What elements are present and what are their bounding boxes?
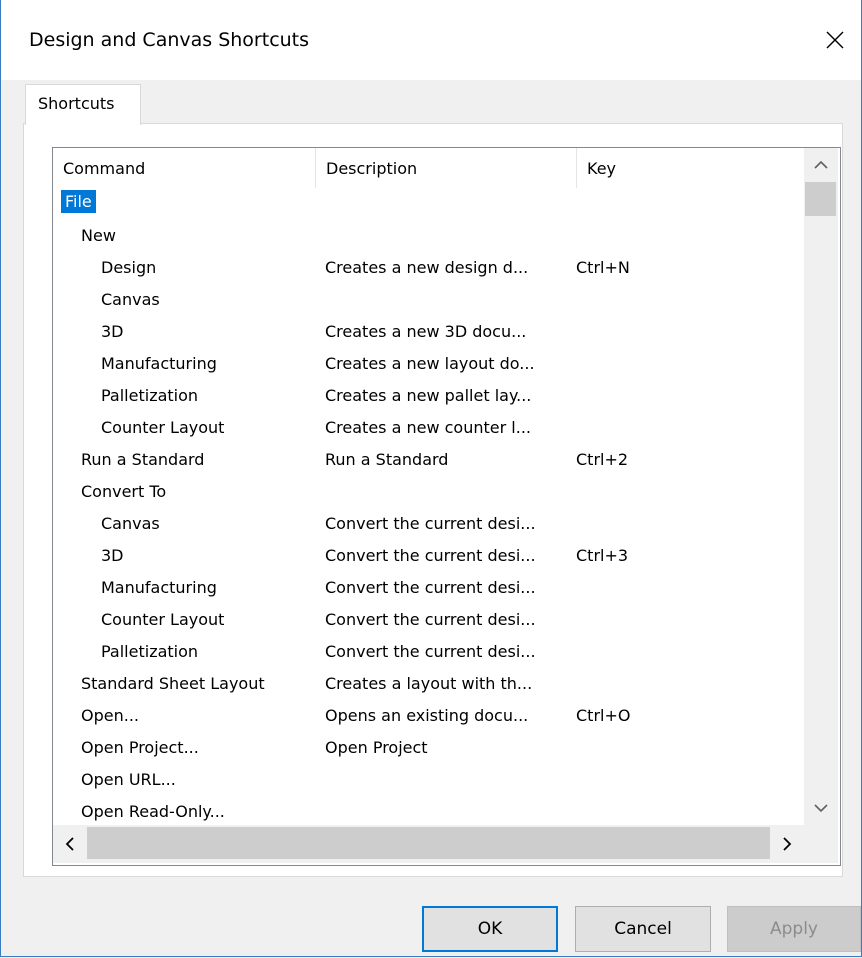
scroll-left-button[interactable] <box>53 825 87 863</box>
description-cell: Open Project <box>325 738 428 757</box>
description-cell: Convert the current desi... <box>325 514 536 533</box>
description-cell: Creates a layout with th... <box>325 674 533 693</box>
chevron-down-icon <box>814 804 828 813</box>
command-cell: Manufacturing <box>101 578 217 597</box>
description-cell: Convert the current desi... <box>325 578 536 597</box>
command-cell: Manufacturing <box>101 354 217 373</box>
description-cell: Creates a new design d... <box>325 258 529 277</box>
tab-shortcuts[interactable]: Shortcuts <box>25 84 141 125</box>
table-row[interactable]: Open Read-Only... <box>53 796 804 824</box>
command-cell: Palletization <box>101 386 199 405</box>
ok-button[interactable]: OK <box>422 906 558 952</box>
command-cell: Run a Standard <box>81 450 205 469</box>
table-row[interactable]: 3D Convert the current desi... Ctrl+3 <box>53 540 804 572</box>
table-row[interactable]: Open... Opens an existing docu... Ctrl+O <box>53 700 804 732</box>
scroll-down-button[interactable] <box>804 791 838 825</box>
command-cell: Standard Sheet Layout <box>81 674 265 693</box>
command-cell: File <box>61 190 96 213</box>
scroll-up-button[interactable] <box>804 148 838 182</box>
list-header: Command Description Key <box>53 148 804 188</box>
column-header-description[interactable]: Description <box>316 148 577 188</box>
table-row[interactable]: Palletization Creates a new pallet lay... <box>53 380 804 412</box>
command-cell: 3D <box>101 322 124 341</box>
key-cell: Ctrl+3 <box>576 546 629 565</box>
column-header-command[interactable]: Command <box>53 148 316 188</box>
close-icon <box>826 31 844 49</box>
table-row[interactable]: Canvas <box>53 284 804 316</box>
window-title: Design and Canvas Shortcuts <box>29 29 310 51</box>
table-row[interactable]: File <box>53 188 804 220</box>
horizontal-scrollbar[interactable] <box>53 825 804 863</box>
key-cell: Ctrl+2 <box>576 450 629 469</box>
command-cell: Counter Layout <box>101 418 225 437</box>
table-row[interactable]: Manufacturing Convert the current desi... <box>53 572 804 604</box>
description-cell: Creates a new 3D docu... <box>325 322 527 341</box>
command-cell: Counter Layout <box>101 610 225 629</box>
horizontal-scroll-thumb[interactable] <box>87 827 770 859</box>
key-cell: Ctrl+O <box>576 706 631 725</box>
shortcuts-list[interactable]: Command Description Key File New Design Cre… <box>52 147 841 866</box>
table-row[interactable]: Palletization Convert the current desi... <box>53 636 804 668</box>
close-button[interactable] <box>809 18 861 64</box>
description-cell: Creates a new pallet lay... <box>325 386 532 405</box>
vertical-scrollbar[interactable] <box>804 148 838 825</box>
table-row[interactable]: Open URL... <box>53 764 804 796</box>
description-cell: Opens an existing docu... <box>325 706 529 725</box>
table-row[interactable]: Open Project... Open Project <box>53 732 804 764</box>
table-row[interactable]: Manufacturing Creates a new layout do... <box>53 348 804 380</box>
table-row[interactable]: Standard Sheet Layout Creates a layout wi… <box>53 668 804 700</box>
command-cell: Open Project... <box>81 738 199 757</box>
list-rows: File New Design Creates a new design d... Ct… <box>53 188 804 824</box>
table-row[interactable]: Canvas Convert the current desi... <box>53 508 804 540</box>
command-cell: Palletization <box>101 642 199 661</box>
chevron-left-icon <box>65 837 74 851</box>
vertical-scroll-thumb[interactable] <box>805 182 836 216</box>
command-cell: Open URL... <box>81 770 176 789</box>
table-row[interactable]: Run a Standard Run a Standard Ctrl+2 <box>53 444 804 476</box>
apply-button[interactable]: Apply <box>727 906 861 952</box>
column-label: Description <box>326 159 418 178</box>
cancel-button[interactable]: Cancel <box>575 906 711 952</box>
command-cell: Open... <box>81 706 139 725</box>
scroll-right-button[interactable] <box>770 825 804 863</box>
description-cell: Convert the current desi... <box>325 546 536 565</box>
command-cell: Open Read-Only... <box>81 802 225 821</box>
key-cell: Ctrl+N <box>576 258 630 277</box>
table-row[interactable]: Counter Layout Creates a new counter l... <box>53 412 804 444</box>
column-label: Key <box>587 159 617 178</box>
title-bar: Design and Canvas Shortcuts <box>1 0 861 80</box>
chevron-up-icon <box>814 160 828 169</box>
command-cell: Canvas <box>101 290 160 309</box>
command-cell: Design <box>101 258 157 277</box>
command-cell: Convert To <box>81 482 167 501</box>
column-header-key[interactable]: Key <box>577 148 803 188</box>
description-cell: Creates a new layout do... <box>325 354 535 373</box>
command-cell: Canvas <box>101 514 160 533</box>
shortcuts-dialog: Design and Canvas Shortcuts Shortcuts Co… <box>0 0 862 957</box>
command-cell: New <box>81 226 116 245</box>
command-cell: 3D <box>101 546 124 565</box>
description-cell: Creates a new counter l... <box>325 418 531 437</box>
chevron-right-icon <box>783 837 792 851</box>
description-cell: Convert the current desi... <box>325 642 536 661</box>
description-cell: Run a Standard <box>325 450 449 469</box>
description-cell: Convert the current desi... <box>325 610 536 629</box>
table-row[interactable]: Convert To <box>53 476 804 508</box>
column-label: Command <box>63 159 146 178</box>
table-row[interactable]: New <box>53 220 804 252</box>
table-row[interactable]: Counter Layout Convert the current desi..… <box>53 604 804 636</box>
table-row[interactable]: 3D Creates a new 3D docu... <box>53 316 804 348</box>
tab-label: Shortcuts <box>38 94 115 113</box>
scrollbar-corner <box>804 825 838 863</box>
table-row[interactable]: Design Creates a new design d... Ctrl+N <box>53 252 804 284</box>
